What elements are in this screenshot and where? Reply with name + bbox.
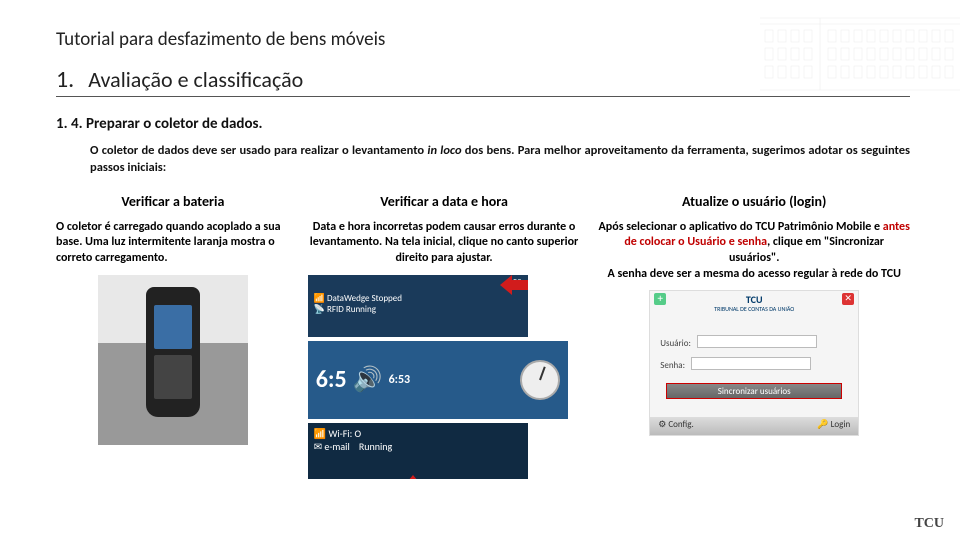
- panel-subtitle: TRIBUNAL DE CONTAS DA UNIÃO: [650, 305, 858, 313]
- footer-logo: TCU: [914, 516, 944, 532]
- col2-body: Data e hora incorretas podem causar erro…: [308, 220, 581, 267]
- background-building-illustration: [760, 0, 960, 100]
- password-field-row: Senha:: [660, 357, 811, 371]
- email-label: ✉ e-mail Running: [314, 440, 522, 453]
- col3-title: Atualize o usuário (login): [598, 193, 910, 210]
- col3-body-c: A senha deve ser a mesma do acesso regul…: [607, 267, 900, 281]
- wifi-label: 📶 Wi-Fi: O: [314, 427, 522, 440]
- screenshot-line-datawedge: 📶 DataWedge Stopped: [314, 293, 522, 304]
- password-input[interactable]: [691, 357, 811, 370]
- col1-title: Verificar a bateria: [56, 193, 290, 210]
- col2-title: Verificar a data e hora: [308, 193, 581, 210]
- col3-body: Após selecionar o aplicativo do TCU Patr…: [598, 220, 910, 282]
- screenshot-line-rfid: 📡 RFID Running: [314, 304, 522, 315]
- clock-small-text: 6:53: [389, 373, 411, 387]
- password-label: Senha:: [660, 360, 685, 371]
- section-title: Avaliação e classificação: [88, 66, 303, 93]
- subsection-title: 1. 4. Preparar o coletor de dados.: [56, 115, 910, 133]
- col1-body: O coletor é carregado quando acoplado a …: [56, 220, 290, 267]
- screenshot-status-bar: 6:52 📶 DataWedge Stopped 📡 RFID Running: [308, 275, 528, 337]
- device-illustration: [146, 287, 200, 417]
- login-button[interactable]: 🔑 Login: [817, 419, 850, 433]
- config-button[interactable]: ⚙ Config.: [658, 419, 694, 433]
- screenshot-clock-large: 6:5 🔊 6:53: [308, 341, 568, 419]
- col3-body-a: Após selecionar o aplicativo do TCU Patr…: [599, 220, 883, 234]
- speaker-icon: 🔊: [353, 365, 383, 394]
- section-number: 1.: [56, 65, 74, 94]
- sync-users-button[interactable]: Sincronizar usuários: [666, 383, 842, 399]
- collector-device-photo: [98, 275, 248, 445]
- intro-text: O coletor de dados deve ser usado para r…: [90, 143, 910, 177]
- user-input[interactable]: [697, 335, 817, 348]
- screenshot-wifi-panel: 📶 Wi-Fi: O ✉ e-mail Running: [308, 423, 528, 479]
- panel-bottom-bar: ⚙ Config. 🔑 Login: [650, 417, 858, 435]
- clock-icon: [520, 360, 560, 400]
- intro-text-em: in loco: [427, 143, 461, 158]
- red-arrow-icon: [512, 280, 528, 290]
- clock-large-text: 6:5: [316, 365, 347, 394]
- col2-screenshots: 6:52 📶 DataWedge Stopped 📡 RFID Running …: [308, 275, 581, 479]
- login-panel-screenshot: + ✕ TCU TRIBUNAL DE CONTAS DA UNIÃO Usuá…: [649, 290, 859, 436]
- user-label: Usuário:: [660, 338, 691, 349]
- user-field-row: Usuário:: [660, 335, 817, 349]
- intro-text-a: O coletor de dados deve ser usado para r…: [90, 143, 427, 158]
